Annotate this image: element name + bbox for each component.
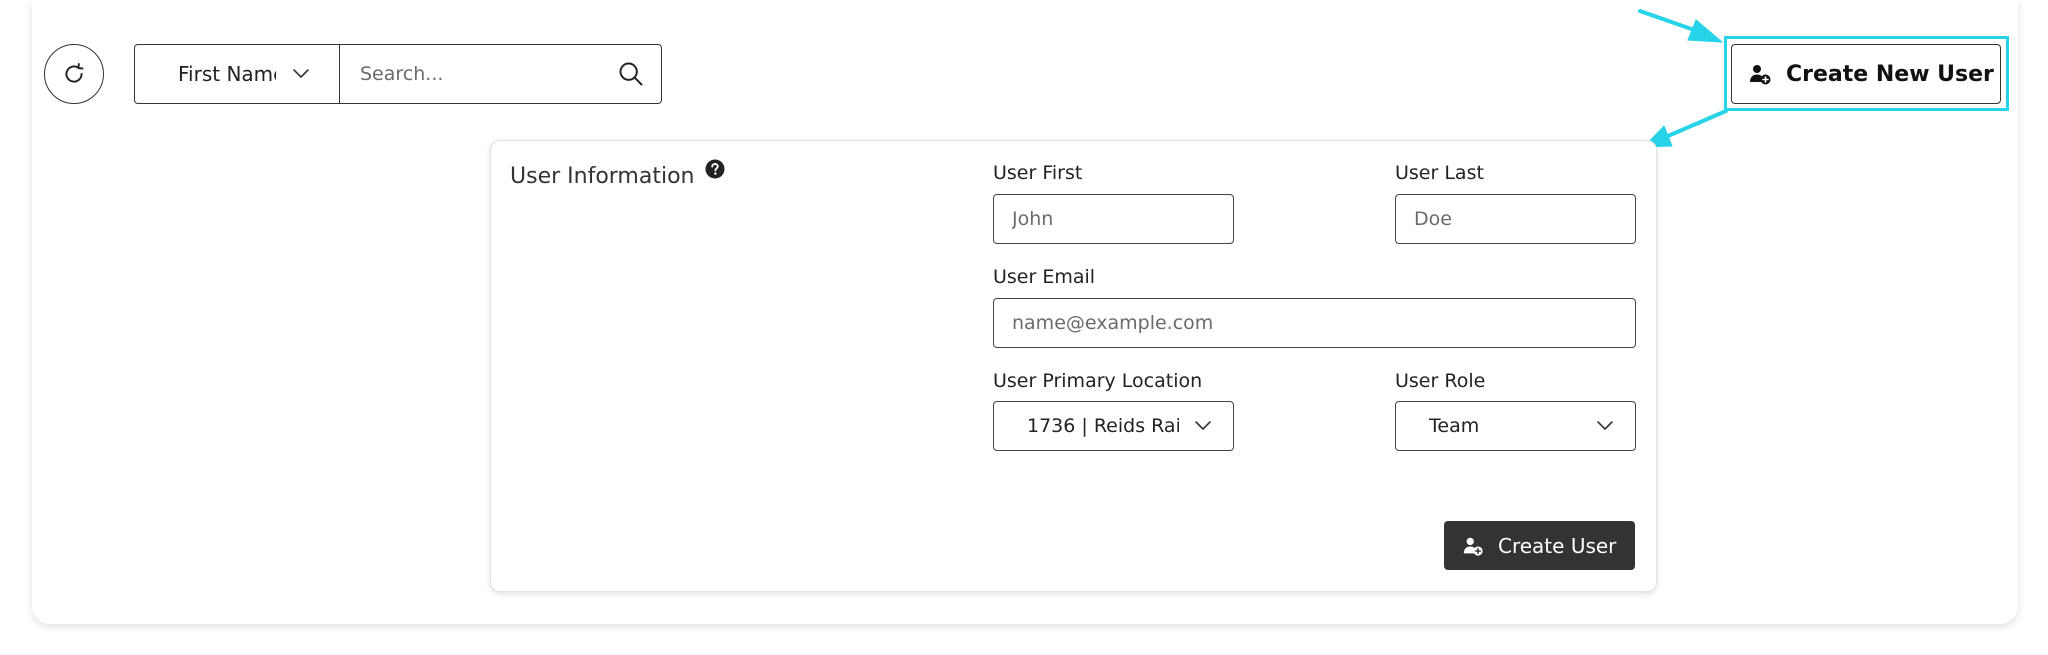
search-input[interactable] — [358, 62, 617, 86]
search-field-select[interactable]: First Name — [135, 45, 340, 103]
last-name-label: User Last — [1395, 162, 1484, 184]
chevron-down-icon — [292, 68, 310, 80]
search-group: First Name — [134, 44, 662, 104]
email-label: User Email — [993, 266, 1096, 288]
location-select[interactable]: 1736 | Reids Rais — [993, 401, 1234, 451]
location-label: User Primary Location — [993, 370, 1203, 392]
user-plus-icon — [1462, 535, 1484, 557]
chevron-down-icon — [1596, 420, 1614, 432]
section-title: User Information — [510, 159, 725, 189]
last-name-input[interactable] — [1395, 194, 1636, 244]
user-plus-icon — [1748, 62, 1772, 86]
section-title-text: User Information — [510, 164, 695, 189]
question-circle-icon[interactable] — [705, 159, 725, 179]
role-label: User Role — [1395, 370, 1486, 392]
search-icon[interactable] — [617, 60, 645, 88]
role-select-value: Team — [1429, 415, 1480, 437]
create-user-label: Create User — [1498, 533, 1617, 558]
first-name-input[interactable] — [993, 194, 1234, 244]
search-field-select-value: First Name — [178, 62, 276, 86]
role-select[interactable]: Team — [1395, 401, 1636, 451]
refresh-button[interactable] — [44, 44, 104, 104]
email-input[interactable] — [993, 298, 1636, 348]
search-input-wrap — [340, 45, 661, 103]
create-user-button[interactable]: Create User — [1444, 521, 1635, 570]
chevron-down-icon — [1194, 420, 1212, 432]
create-new-user-button[interactable]: Create New User — [1731, 44, 2001, 104]
first-name-label: User First — [993, 162, 1083, 184]
location-select-value: 1736 | Reids Rais — [1027, 415, 1179, 437]
refresh-icon — [61, 61, 87, 87]
create-new-user-label: Create New User — [1786, 61, 1994, 87]
